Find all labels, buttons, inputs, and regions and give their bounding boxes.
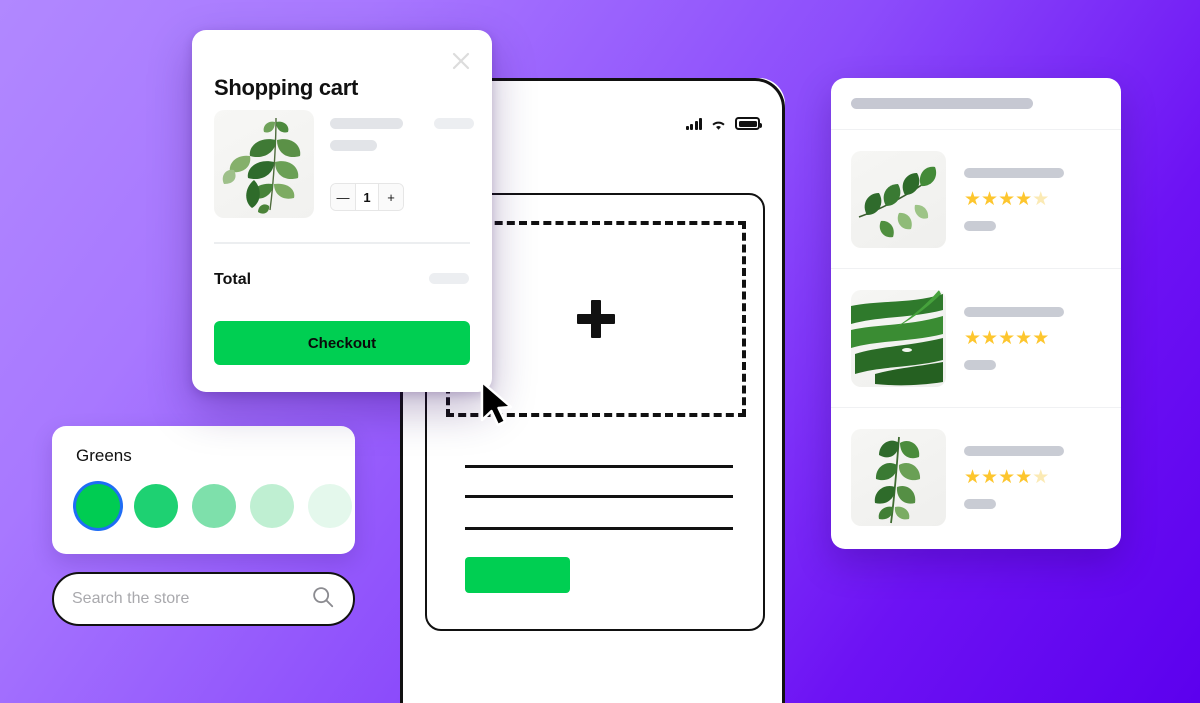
cart-item-price-skeleton	[434, 118, 474, 129]
text-line-3	[465, 527, 733, 530]
star-empty-icon: ★	[1032, 467, 1049, 488]
rating-stars: ★ ★ ★ ★ ★	[964, 329, 1064, 348]
search-bar[interactable]	[52, 572, 355, 626]
greens-color-card: Greens	[52, 426, 355, 554]
product-thumbnail	[851, 289, 946, 387]
star-filled-icon: ★	[1015, 327, 1032, 349]
jade-plant-image	[874, 436, 921, 524]
product-meta: ★ ★ ★ ★ ★	[964, 167, 1064, 231]
star-filled-icon: ★	[1015, 467, 1032, 488]
text-line-2	[465, 495, 733, 498]
ficus-branch-image	[858, 166, 937, 237]
list-item[interactable]: ★ ★ ★ ★ ★	[831, 408, 1121, 547]
star-filled-icon: ★	[964, 467, 981, 488]
star-filled-icon: ★	[964, 327, 981, 349]
text-line-1	[465, 465, 733, 468]
product-meta: ★ ★ ★ ★ ★	[964, 446, 1064, 509]
star-filled-icon: ★	[964, 188, 981, 210]
cart-item-subtitle-skeleton	[330, 140, 377, 151]
product-title-skeleton	[964, 306, 1064, 317]
product-title-skeleton	[964, 167, 1064, 178]
phone-cta-button[interactable]	[465, 557, 570, 593]
list-item[interactable]: ★ ★ ★ ★ ★	[831, 269, 1121, 408]
eucalyptus-branch-image	[222, 117, 301, 214]
star-filled-icon: ★	[998, 467, 1015, 488]
signal-bars-icon	[685, 118, 702, 130]
star-filled-icon: ★	[998, 327, 1015, 349]
color-swatch-list	[76, 484, 352, 528]
header-skeleton	[851, 98, 1033, 109]
color-swatch-3[interactable]	[250, 484, 294, 528]
wifi-icon	[710, 118, 727, 130]
total-label: Total	[214, 271, 252, 288]
search-input[interactable]	[72, 590, 311, 608]
product-thumbnail	[851, 429, 946, 526]
product-title-skeleton	[964, 446, 1064, 456]
star-filled-icon: ★	[981, 467, 998, 488]
color-swatch-2[interactable]	[192, 484, 236, 528]
quantity-increment-button[interactable]: +	[379, 184, 403, 210]
plus-icon	[577, 300, 615, 338]
phone-statusbar	[685, 117, 762, 130]
quantity-stepper[interactable]: — 1 +	[330, 183, 404, 211]
color-swatch-0[interactable]	[76, 484, 120, 528]
star-filled-icon: ★	[981, 327, 998, 349]
battery-icon	[735, 117, 762, 130]
divider	[214, 242, 470, 244]
product-list-header	[831, 78, 1121, 130]
product-thumbnail	[851, 150, 946, 248]
page-title: Shopping cart	[214, 75, 358, 100]
rating-stars: ★ ★ ★ ★ ★	[964, 468, 1064, 487]
monstera-leaf-image	[851, 289, 943, 385]
product-list-card: ★ ★ ★ ★ ★ ★ ★ ★ ★ ★ ★ ★ ★ ★ ★	[831, 78, 1121, 549]
star-filled-icon: ★	[1015, 188, 1032, 210]
color-swatch-4[interactable]	[308, 484, 352, 528]
star-filled-icon: ★	[981, 188, 998, 210]
product-price-skeleton	[964, 359, 996, 370]
rating-stars: ★ ★ ★ ★ ★	[964, 190, 1064, 209]
color-swatch-1[interactable]	[134, 484, 178, 528]
star-filled-icon: ★	[1032, 327, 1049, 349]
star-empty-icon: ★	[1032, 188, 1049, 210]
mouse-pointer-icon	[478, 380, 520, 428]
search-icon[interactable]	[311, 585, 335, 614]
star-filled-icon: ★	[998, 188, 1015, 210]
list-item[interactable]: ★ ★ ★ ★ ★	[831, 130, 1121, 269]
cart-item-title-skeleton	[330, 118, 403, 129]
greens-title: Greens	[76, 446, 132, 465]
quantity-decrement-button[interactable]: —	[331, 184, 355, 210]
total-value-skeleton	[429, 273, 469, 284]
product-meta: ★ ★ ★ ★ ★	[964, 306, 1064, 370]
close-icon[interactable]	[448, 48, 474, 74]
product-price-skeleton	[964, 499, 996, 509]
shopping-cart-modal: Shopping cart — 1 + Total Checkout	[192, 30, 492, 392]
checkout-button[interactable]: Checkout	[214, 321, 470, 365]
cart-item-thumbnail	[214, 110, 314, 218]
quantity-value: 1	[355, 184, 379, 210]
product-price-skeleton	[964, 220, 996, 231]
